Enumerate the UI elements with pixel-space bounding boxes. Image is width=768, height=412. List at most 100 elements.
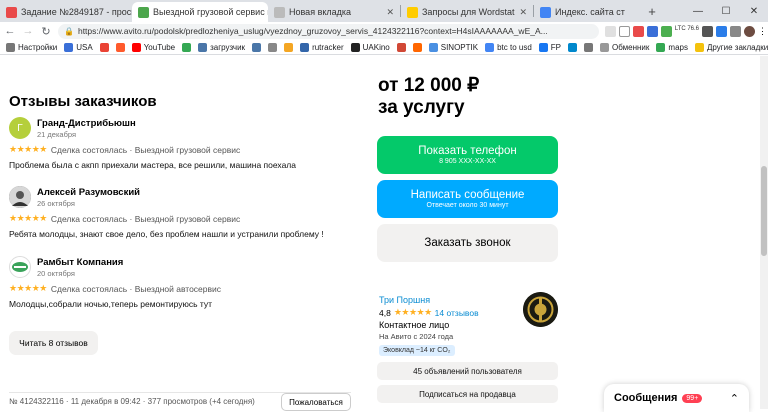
close-icon[interactable]: ✕ [386, 7, 394, 18]
price-unit: за услугу [378, 97, 465, 118]
seller-logo[interactable] [523, 292, 558, 327]
close-icon[interactable]: ✕ [519, 7, 527, 18]
bookmark-icon [412, 42, 422, 52]
write-message-button[interactable]: Написать сообщение Отвечает около 30 мин… [377, 180, 558, 218]
bookmark-item[interactable]: maps [656, 42, 688, 52]
forward-icon[interactable]: → [22, 25, 34, 37]
bookmark-item[interactable] [412, 42, 422, 52]
bookmark-item[interactable] [115, 42, 125, 52]
extension-icon[interactable] [632, 25, 644, 37]
maximize-icon[interactable]: ☐ [712, 6, 740, 17]
reviewer-avatar[interactable] [9, 186, 31, 208]
menu-icon[interactable]: ⋮ [758, 26, 767, 37]
profile-icon[interactable] [744, 25, 755, 37]
bookmark-item[interactable]: Другие закладки [694, 42, 768, 52]
bookmark-item[interactable] [182, 42, 192, 52]
seller-name[interactable]: Три Поршня [379, 295, 430, 305]
star-icon[interactable] [618, 25, 630, 37]
bookmark-item[interactable] [584, 42, 594, 52]
bookmark-item[interactable]: USA [64, 42, 93, 52]
tab-favicon [407, 6, 418, 18]
bookmarks-bar: Настройки USA YouTube загрузчик rutracker UAK… [0, 40, 768, 55]
url-field[interactable]: 🔒 https://www.avito.ru/podolsk/predlozhe… [58, 23, 599, 39]
reviewer-name[interactable]: Рамбыт Компания [37, 257, 123, 268]
bookmark-item[interactable]: FP [538, 42, 561, 52]
response-time: Отвечает около 30 минут [426, 202, 509, 209]
browser-tab[interactable]: Запросы для Wordstat ✕ [401, 2, 533, 22]
review-meta: Сделка состоялась · Выездной грузовой се… [50, 144, 241, 155]
bookmark-item[interactable] [252, 42, 262, 52]
extension-icon[interactable] [660, 25, 672, 37]
bookmark-item[interactable]: загрузчик [198, 42, 246, 52]
read-reviews-button[interactable]: Читать 8 отзывов [9, 331, 98, 355]
reviewer-name[interactable]: Гранд-Дистрибьюшн [37, 118, 136, 129]
write-message-label: Написать сообщение [410, 189, 525, 201]
bookmark-item[interactable] [284, 42, 294, 52]
review-date: 26 октября [37, 198, 75, 208]
chevron-up-icon[interactable]: ⌃ [730, 392, 739, 405]
review-meta: Сделка состоялась · Выездной грузовой се… [50, 213, 241, 224]
ltc-widget[interactable]: LTC 76.6 [675, 26, 699, 37]
close-window-icon[interactable]: ✕ [740, 6, 768, 17]
review-item: Г Гранд-Дистрибьюшн 21 декабря ★★★★★ Сдел… [9, 117, 349, 170]
bookmark-item[interactable]: Настройки [6, 42, 57, 52]
bookmark-icon [284, 42, 294, 52]
extension-icon[interactable] [716, 25, 727, 37]
bookmark-icon [538, 42, 548, 52]
reviewer-avatar[interactable]: Г [9, 117, 31, 139]
tab-title: Запросы для Wordstat [422, 7, 515, 17]
bookmark-icon [182, 42, 192, 52]
scroll-thumb[interactable] [761, 166, 767, 256]
extension-icon[interactable] [730, 25, 741, 37]
bookmark-item[interactable]: YouTube [131, 42, 176, 52]
scrollbar[interactable] [760, 56, 768, 409]
bookmark-item[interactable]: Обменник [600, 42, 649, 52]
extension-icon[interactable] [646, 25, 658, 37]
browser-tab[interactable]: Индекс. сайта ст [534, 2, 644, 22]
bookmark-item[interactable]: SINOPTIK [428, 42, 478, 52]
bookmark-item[interactable]: btc to usd [485, 42, 532, 52]
bookmark-label: UAKino [362, 42, 390, 52]
bookmark-label: YouTube [143, 42, 176, 52]
order-call-button[interactable]: Заказать звонок [377, 224, 558, 262]
review-stars: ★★★★★ [9, 283, 47, 293]
review-date: 20 октября [37, 268, 75, 278]
tab-title: Выездной грузовой сервис в Подо [153, 7, 268, 17]
review-item: Рамбыт Компания 20 октября ★★★★★ Сделка с… [9, 256, 349, 309]
browser-tab[interactable]: Новая вкладка ✕ [268, 2, 400, 22]
share-icon[interactable] [604, 25, 616, 37]
bookmark-item[interactable]: UAKino [350, 42, 390, 52]
window-controls: — ☐ ✕ [684, 0, 768, 22]
url-text: https://www.avito.ru/podolsk/predlozheni… [77, 26, 548, 36]
show-phone-button[interactable]: Показать телефон 8 905 XXX-XX-XX [377, 136, 558, 174]
bookmark-item[interactable] [568, 42, 578, 52]
show-phone-label: Показать телефон [418, 145, 517, 157]
tab-favicon [138, 6, 149, 18]
bookmark-item[interactable]: rutracker [300, 42, 344, 52]
review-item: Алексей Разумовский 26 октября ★★★★★ Сдел… [9, 186, 349, 239]
bookmark-item[interactable] [396, 42, 406, 52]
messages-widget[interactable]: Сообщения 99+ ⌃ [604, 384, 749, 412]
back-icon[interactable]: ← [4, 25, 16, 37]
bookmark-label: загрузчик [210, 42, 246, 52]
new-tab-icon[interactable]: + [644, 4, 660, 19]
seller-ads-button[interactable]: 45 объявлений пользователя [377, 362, 558, 380]
extension-icon[interactable] [702, 25, 713, 37]
bookmark-icon [568, 42, 578, 52]
seller-reviews-link[interactable]: 14 отзывов [435, 308, 479, 318]
bookmark-item[interactable] [268, 42, 278, 52]
reload-icon[interactable]: ↻ [40, 25, 52, 38]
browser-tab-active[interactable]: Выездной грузовой сервис в Подо ✕ [132, 2, 268, 22]
bookmark-icon [99, 42, 109, 52]
price: от 12 000 ₽ за услугу [378, 75, 479, 119]
eco-badge[interactable]: Эковклад ~14 кг CO₂ [379, 345, 455, 356]
reviewer-avatar[interactable] [9, 256, 31, 278]
complain-button[interactable]: Пожаловаться [281, 393, 351, 411]
browser-tab[interactable]: Задание №2849187 - просмотр з ✕ [0, 2, 132, 22]
subscribe-seller-button[interactable]: Подписаться на продавца [377, 385, 558, 403]
reviewer-name[interactable]: Алексей Разумовский [37, 187, 140, 198]
minimize-icon[interactable]: — [684, 6, 712, 17]
bookmark-item[interactable] [99, 42, 109, 52]
seller-contact: Контактное лицо [379, 320, 450, 330]
bookmark-icon [694, 42, 704, 52]
